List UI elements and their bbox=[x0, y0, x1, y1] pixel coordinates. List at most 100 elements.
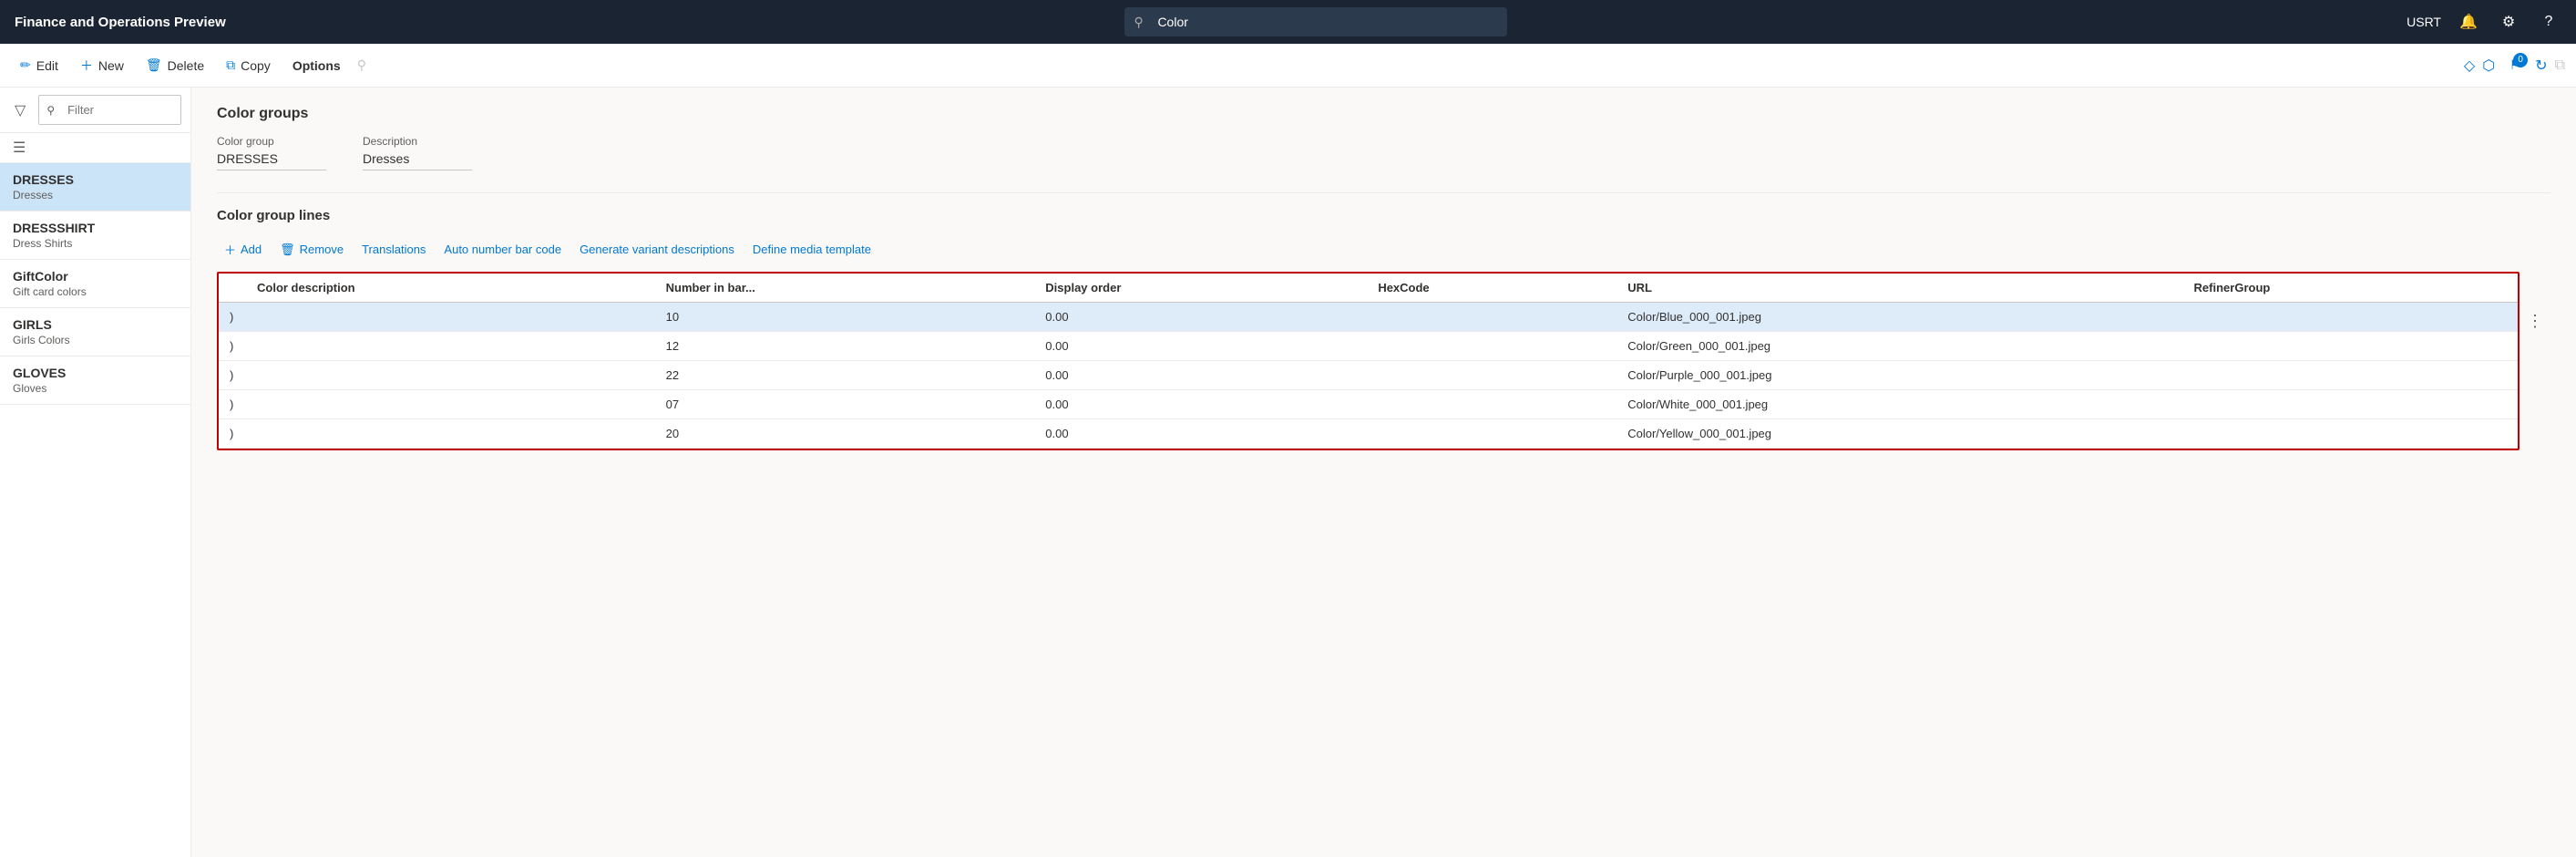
refresh-icon[interactable]: ↻ bbox=[2535, 57, 2547, 75]
filter-input[interactable] bbox=[60, 99, 173, 120]
delete-button[interactable]: 🗑 Delete bbox=[137, 52, 213, 78]
col-color-description[interactable]: Color description bbox=[246, 274, 655, 303]
row-display-order: 0.00 bbox=[1034, 332, 1367, 361]
col-number-in-bar[interactable]: Number in bar... bbox=[655, 274, 1035, 303]
delete-icon: 🗑 bbox=[146, 57, 162, 73]
add-button[interactable]: ＋ Add bbox=[217, 236, 269, 263]
sidebar-item-title: GLOVES bbox=[13, 366, 178, 380]
col-refiner-group[interactable]: RefinerGroup bbox=[2183, 274, 2518, 303]
badge-icon[interactable]: ⚑ 0 bbox=[2502, 53, 2528, 78]
sub-toolbar: ＋ Add 🗑 Remove Translations Auto number … bbox=[217, 236, 2550, 263]
hamburger-icon[interactable]: ☰ bbox=[7, 135, 31, 161]
diamond-icon[interactable]: ◇ bbox=[2464, 57, 2475, 75]
options-button[interactable]: Options bbox=[283, 53, 350, 78]
row-indicator: ) bbox=[219, 390, 246, 419]
pin-icon[interactable]: ⧉ bbox=[2555, 57, 2565, 74]
row-url: Color/Blue_000_001.jpeg bbox=[1616, 303, 2182, 332]
table-row[interactable]: ) 10 0.00 Color/Blue_000_001.jpeg bbox=[219, 303, 2518, 332]
copy-button[interactable]: ⧉ Copy bbox=[217, 52, 280, 78]
description-field: Description Dresses bbox=[363, 135, 472, 170]
row-refiner-group bbox=[2183, 332, 2518, 361]
row-hexcode bbox=[1367, 332, 1616, 361]
sidebar-item-gloves[interactable]: GLOVES Gloves bbox=[0, 356, 190, 405]
table-row[interactable]: ) 22 0.00 Color/Purple_000_001.jpeg bbox=[219, 361, 2518, 390]
remove-button[interactable]: 🗑 Remove bbox=[272, 238, 351, 262]
color-group-field: Color group DRESSES bbox=[217, 135, 326, 170]
row-hexcode bbox=[1367, 361, 1616, 390]
sidebar-tools: ▽ ⚲ bbox=[0, 88, 190, 133]
row-number-in-bar: 22 bbox=[655, 361, 1035, 390]
row-number-in-bar: 20 bbox=[655, 419, 1035, 449]
row-refiner-group bbox=[2183, 419, 2518, 449]
row-refiner-group bbox=[2183, 361, 2518, 390]
color-group-label: Color group bbox=[217, 135, 326, 148]
toolbar-left: ✏ Edit ＋ New 🗑 Delete ⧉ Copy Options ⚲ bbox=[11, 51, 370, 80]
row-refiner-group bbox=[2183, 390, 2518, 419]
row-indicator: ) bbox=[219, 419, 246, 449]
row-color-description bbox=[246, 332, 655, 361]
toolbar-right: ◇ ⬡ ⚑ 0 ↻ ⧉ bbox=[2464, 53, 2565, 78]
color-groups-title: Color groups bbox=[217, 106, 2550, 122]
help-icon[interactable]: ? bbox=[2536, 9, 2561, 35]
sidebar-item-sub: Gloves bbox=[13, 382, 178, 395]
search-icon-toolbar[interactable]: ⚲ bbox=[354, 57, 370, 73]
sidebar-hamburger: ☰ bbox=[0, 133, 190, 163]
sidebar-item-title: GIRLS bbox=[13, 317, 178, 332]
table-row[interactable]: ) 12 0.00 Color/Green_000_001.jpeg bbox=[219, 332, 2518, 361]
badge-count: 0 bbox=[2513, 53, 2528, 67]
table-wrapper: Color description Number in bar... Displ… bbox=[217, 272, 2520, 450]
col-hexcode[interactable]: HexCode bbox=[1367, 274, 1616, 303]
new-button[interactable]: ＋ New bbox=[71, 51, 133, 80]
user-label: USRT bbox=[2407, 15, 2441, 29]
notification-icon[interactable]: 🔔 bbox=[2456, 9, 2481, 35]
col-url[interactable]: URL bbox=[1616, 274, 2182, 303]
col-indicator bbox=[219, 274, 246, 303]
search-input[interactable] bbox=[1124, 7, 1507, 36]
sidebar-item-dressshirt[interactable]: DRESSSHIRT Dress Shirts bbox=[0, 212, 190, 260]
row-color-description bbox=[246, 303, 655, 332]
sidebar: ▽ ⚲ ☰ DRESSES Dresses DRESSSHIRT Dress S… bbox=[0, 88, 191, 857]
copy-icon: ⧉ bbox=[226, 57, 235, 73]
table-row[interactable]: ) 07 0.00 Color/White_000_001.jpeg bbox=[219, 390, 2518, 419]
row-display-order: 0.00 bbox=[1034, 390, 1367, 419]
sidebar-item-sub: Girls Colors bbox=[13, 334, 178, 346]
new-icon: ＋ bbox=[80, 57, 93, 75]
description-value: Dresses bbox=[363, 151, 472, 170]
row-color-description bbox=[246, 419, 655, 449]
edit-icon: ✏ bbox=[20, 57, 31, 73]
section-divider bbox=[217, 192, 2550, 193]
sidebar-item-sub: Gift card colors bbox=[13, 285, 178, 298]
filter-icon[interactable]: ▽ bbox=[9, 96, 31, 125]
sidebar-item-girls[interactable]: GIRLS Girls Colors bbox=[0, 308, 190, 356]
row-display-order: 0.00 bbox=[1034, 303, 1367, 332]
generate-button[interactable]: Generate variant descriptions bbox=[572, 238, 742, 261]
table-row[interactable]: ) 20 0.00 Color/Yellow_000_001.jpeg bbox=[219, 419, 2518, 449]
puzzle-icon[interactable]: ⬡ bbox=[2482, 57, 2495, 75]
sidebar-item-title: DRESSES bbox=[13, 172, 178, 187]
trash-icon: 🗑 bbox=[280, 243, 295, 257]
row-display-order: 0.00 bbox=[1034, 419, 1367, 449]
content-area: Color groups Color group DRESSES Descrip… bbox=[191, 88, 2576, 857]
row-indicator: ) bbox=[219, 303, 246, 332]
sidebar-item-sub: Dress Shirts bbox=[13, 237, 178, 250]
row-refiner-group bbox=[2183, 303, 2518, 332]
row-color-description bbox=[246, 390, 655, 419]
main-layout: ▽ ⚲ ☰ DRESSES Dresses DRESSSHIRT Dress S… bbox=[0, 88, 2576, 857]
more-options-icon[interactable]: ⋮ bbox=[2520, 308, 2550, 335]
auto-number-button[interactable]: Auto number bar code bbox=[436, 238, 569, 261]
settings-icon[interactable]: ⚙ bbox=[2496, 9, 2521, 35]
top-nav-right: USRT 🔔 ⚙ ? bbox=[2407, 9, 2561, 35]
sidebar-item-dresses[interactable]: DRESSES Dresses bbox=[0, 163, 190, 212]
row-indicator: ) bbox=[219, 332, 246, 361]
description-label: Description bbox=[363, 135, 472, 148]
sidebar-item-giftcolor[interactable]: GiftColor Gift card colors bbox=[0, 260, 190, 308]
row-color-description bbox=[246, 361, 655, 390]
edit-button[interactable]: ✏ Edit bbox=[11, 52, 67, 78]
row-url: Color/Purple_000_001.jpeg bbox=[1616, 361, 2182, 390]
translations-button[interactable]: Translations bbox=[354, 238, 433, 261]
row-url: Color/Yellow_000_001.jpeg bbox=[1616, 419, 2182, 449]
table-side-controls: ⋮ bbox=[2520, 272, 2550, 335]
col-display-order[interactable]: Display order bbox=[1034, 274, 1367, 303]
define-media-button[interactable]: Define media template bbox=[745, 238, 878, 261]
color-group-lines-table: Color description Number in bar... Displ… bbox=[219, 274, 2518, 449]
